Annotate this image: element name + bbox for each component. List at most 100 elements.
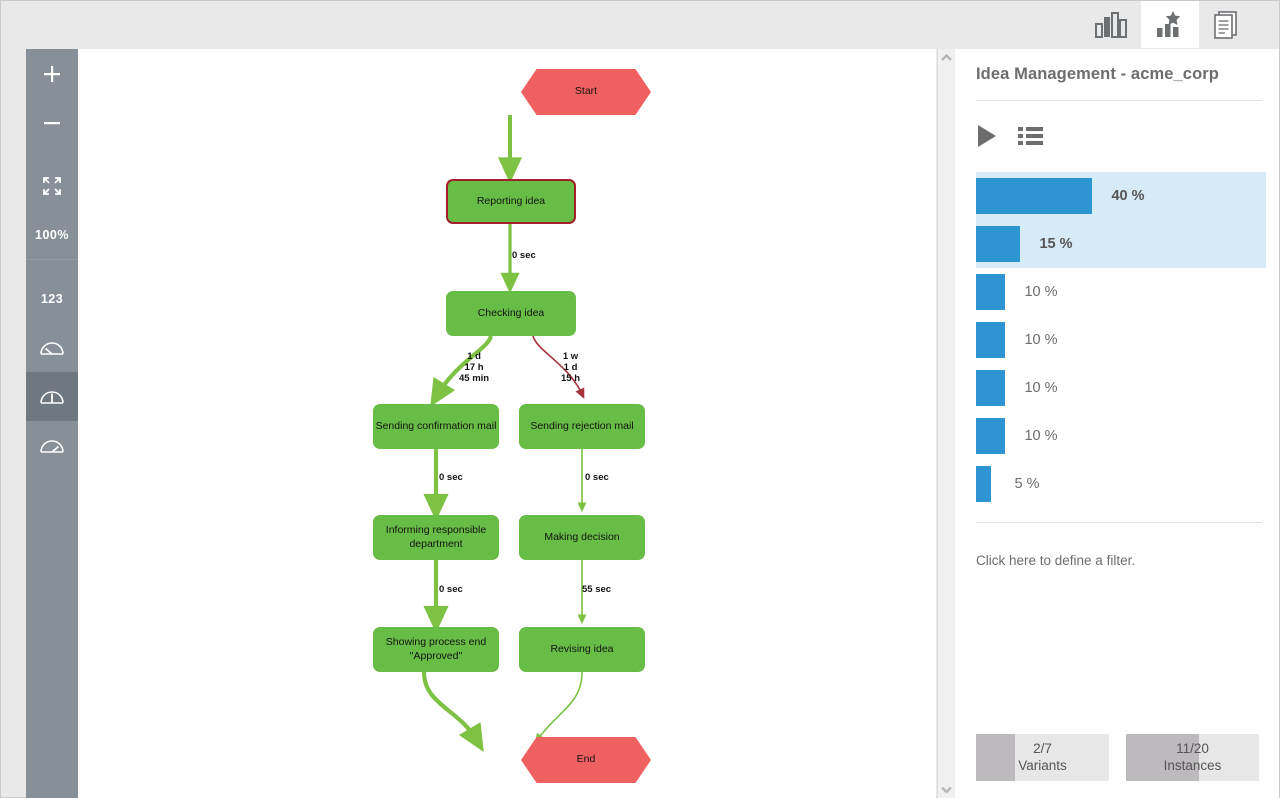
node-start[interactable]: Start xyxy=(521,69,651,115)
edge-showing-end xyxy=(421,671,484,752)
fit-screen-button[interactable] xyxy=(26,161,78,210)
variant-bar xyxy=(976,274,1005,310)
node-sending-confirmation-mail[interactable]: Sending confirmation mail xyxy=(373,404,499,449)
view-tabs xyxy=(1083,1,1257,48)
zoom-out-button[interactable] xyxy=(26,98,78,147)
edge-label-sendrej-decision: 0 sec xyxy=(585,472,609,483)
scroll-down-button[interactable] xyxy=(938,781,955,798)
node-label: Showing process end "Approved" xyxy=(385,636,487,662)
minus-icon xyxy=(44,121,60,124)
variants-stat-label: Variants xyxy=(1018,757,1067,773)
variant-row[interactable]: 10 % xyxy=(976,316,1266,364)
variant-bar xyxy=(976,466,991,502)
filter-divider xyxy=(976,522,1262,523)
node-label: Reporting idea xyxy=(476,194,546,207)
variant-row[interactable]: 15 % xyxy=(976,220,1266,268)
list-icon[interactable] xyxy=(1018,126,1043,151)
variant-percent: 10 % xyxy=(1024,428,1058,444)
gauge-low-button[interactable] xyxy=(26,323,78,372)
plus-icon xyxy=(44,65,60,82)
variant-row[interactable]: 40 % xyxy=(976,172,1266,220)
numbers-label: 123 xyxy=(40,291,64,306)
bar-chart-star-icon xyxy=(1157,10,1181,37)
node-label: Start xyxy=(574,85,598,98)
variant-percent: 5 % xyxy=(1014,476,1040,492)
variant-bar xyxy=(976,418,1005,454)
variant-row[interactable]: 10 % xyxy=(976,364,1266,412)
absolute-numbers-button[interactable]: 123 xyxy=(26,274,78,323)
process-canvas[interactable]: Start Reporting idea Checking idea Sendi… xyxy=(78,49,936,798)
instances-stat-label: Instances xyxy=(1163,757,1222,773)
tab-process-star[interactable] xyxy=(1141,1,1199,48)
canvas-toolbar: 100% 123 xyxy=(26,49,78,798)
variant-percent: 40 % xyxy=(1111,188,1145,204)
node-sending-rejection-mail[interactable]: Sending rejection mail xyxy=(519,404,645,449)
application-window: 100% 123 Start Reporting idea Checking i… xyxy=(0,0,1280,798)
process-diagram: Start Reporting idea Checking idea Sendi… xyxy=(78,49,936,798)
bar-chart-outline-icon xyxy=(1095,11,1127,38)
variants-stat-value: 2/7 xyxy=(1033,740,1052,756)
scroll-up-button[interactable] xyxy=(938,49,955,66)
variant-percent: 10 % xyxy=(1024,284,1058,300)
variant-percent: 10 % xyxy=(1024,332,1058,348)
variant-row[interactable]: 10 % xyxy=(976,268,1266,316)
panel-stats: 2/7 Variants 11/20 Instances xyxy=(976,734,1259,781)
documents-icon xyxy=(1214,10,1237,39)
zoom-in-button[interactable] xyxy=(26,49,78,98)
chevron-up-icon xyxy=(941,54,952,61)
variant-percent: 10 % xyxy=(1024,380,1058,396)
variant-bar xyxy=(976,178,1092,214)
variant-percent: 15 % xyxy=(1039,236,1073,252)
gauge-medium-button[interactable] xyxy=(26,372,78,421)
gauge-low-icon xyxy=(40,342,64,355)
gauge-medium-icon xyxy=(40,391,64,404)
panel-title: Idea Management - acme_corp xyxy=(976,65,1219,83)
right-panel: Idea Management - acme_corp 40 % 15 % 10… xyxy=(955,49,1279,798)
node-label: Informing responsible department xyxy=(385,524,487,550)
edge-revising-end xyxy=(535,671,583,744)
fit-screen-icon xyxy=(43,176,61,195)
variant-bar xyxy=(976,322,1005,358)
node-label: Checking idea xyxy=(477,306,545,319)
panel-title-divider xyxy=(976,100,1262,101)
node-making-decision[interactable]: Making decision xyxy=(519,515,645,560)
node-revising-idea[interactable]: Revising idea xyxy=(519,627,645,672)
gauge-high-icon xyxy=(40,440,64,453)
variant-row[interactable]: 5 % xyxy=(976,460,1266,508)
filter-hint[interactable]: Click here to define a filter. xyxy=(976,553,1135,568)
node-end[interactable]: End xyxy=(521,737,651,783)
panel-action-icons xyxy=(976,124,1043,153)
play-icon[interactable] xyxy=(976,124,998,153)
zoom-level-label: 100% xyxy=(35,227,69,242)
edge-label-sendconf-informing: 0 sec xyxy=(439,472,463,483)
node-label: Making decision xyxy=(544,530,620,543)
gauge-high-button[interactable] xyxy=(26,421,78,470)
edge-label-decision-revising: 55 sec xyxy=(582,584,612,595)
variant-bar xyxy=(976,370,1005,406)
canvas-vertical-scrollbar[interactable] xyxy=(937,49,955,798)
chevron-down-icon xyxy=(941,786,952,793)
node-informing-responsible-department[interactable]: Informing responsible department xyxy=(373,515,499,560)
toolbar-spacer-1 xyxy=(26,147,78,161)
edge-label-checking-sendrej: 1 w 1 d 15 h xyxy=(561,351,581,385)
tab-statistics[interactable] xyxy=(1083,1,1141,48)
edge-label-checking-sendconf: 1 d 17 h 45 min xyxy=(459,351,490,385)
diagram-edges xyxy=(421,115,587,752)
variants-bar-chart: 40 % 15 % 10 % 10 % 10 % 10 % 5 % xyxy=(976,172,1266,508)
edge-label-informing-showing: 0 sec xyxy=(439,584,463,595)
zoom-level-button[interactable]: 100% xyxy=(26,210,78,259)
edge-label-reporting-checking: 0 sec xyxy=(512,250,536,261)
node-reporting-idea[interactable]: Reporting idea xyxy=(446,179,576,224)
variant-row[interactable]: 10 % xyxy=(976,412,1266,460)
node-label: End xyxy=(576,753,596,766)
node-checking-idea[interactable]: Checking idea xyxy=(446,291,576,336)
variants-stat[interactable]: 2/7 Variants xyxy=(976,734,1109,781)
variant-bar xyxy=(976,226,1020,262)
node-showing-process-end[interactable]: Showing process end "Approved" xyxy=(373,627,499,672)
top-header xyxy=(1,1,1279,48)
toolbar-spacer-2 xyxy=(26,260,78,274)
instances-stat[interactable]: 11/20 Instances xyxy=(1126,734,1259,781)
node-label: Sending rejection mail xyxy=(530,419,634,432)
tab-documents[interactable] xyxy=(1199,1,1257,48)
node-label: Revising idea xyxy=(550,642,614,655)
